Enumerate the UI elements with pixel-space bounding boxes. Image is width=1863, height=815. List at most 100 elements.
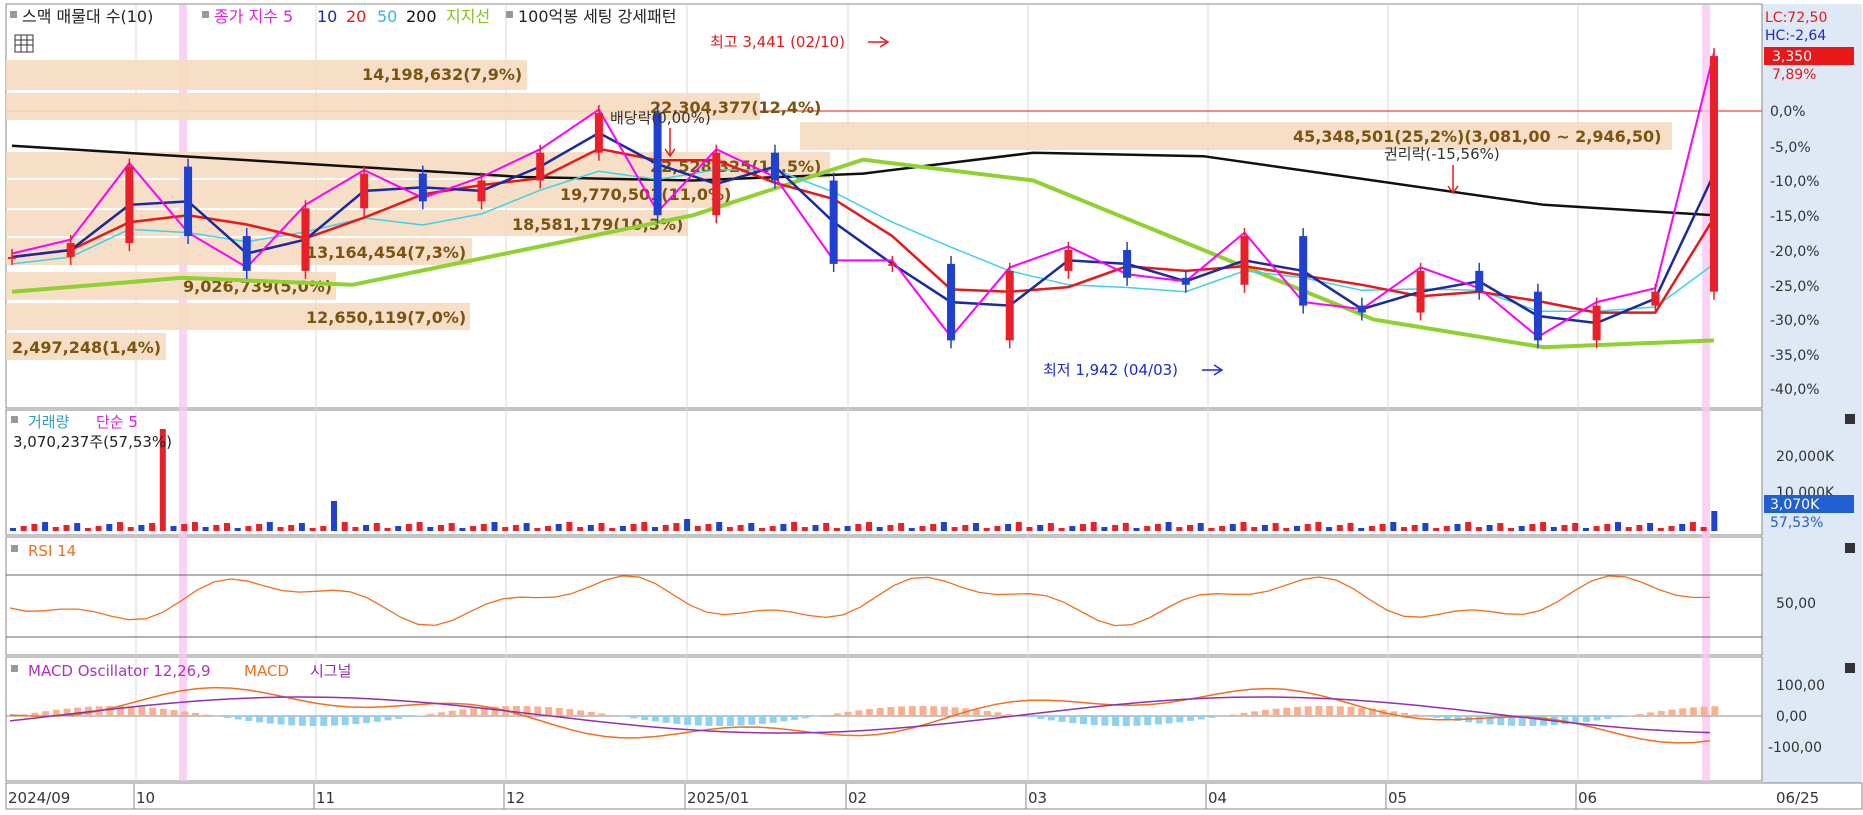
macd-osc-bar (1230, 715, 1237, 716)
volume-bar (1166, 522, 1172, 531)
x-tick: 2025/01 (687, 789, 749, 807)
volume-bar (1508, 528, 1514, 531)
rights-annotation: 권리락(-15,56%) (1384, 145, 1500, 163)
macd-osc-bar (320, 716, 327, 726)
macd-osc-bar (599, 713, 606, 716)
signal-highlight-band (1702, 5, 1710, 781)
y-tick: -20,0% (1770, 244, 1820, 260)
legend-square-icon[interactable] (202, 11, 209, 18)
legend-ma20: 20 (346, 7, 366, 26)
volume-bar (684, 519, 690, 531)
volume-bar (1711, 511, 1717, 531)
volume-bar (716, 522, 722, 531)
macd-osc-bar (930, 706, 937, 716)
macd-osc-bar (1155, 716, 1162, 725)
volume-bar (1465, 522, 1471, 531)
volume-bar (235, 528, 241, 531)
close-panel-icon[interactable] (1845, 414, 1855, 424)
macd-osc-bar (1476, 716, 1483, 723)
volume-bar (331, 501, 337, 531)
volume-bar (599, 523, 605, 531)
volume-profile-label: 45,348,501(25,2%)(3,081,00 ~ 2,946,50) (1293, 127, 1661, 146)
volume-bar (609, 528, 615, 531)
macd-osc-bar (706, 716, 713, 726)
volume-bar (566, 522, 572, 531)
macd-osc-bar (1444, 716, 1451, 719)
volume-bar (245, 526, 251, 531)
rsi-legend: RSI 14 (28, 542, 76, 560)
volume-value: 3,070K (1770, 497, 1820, 513)
macd-osc-bar (192, 713, 199, 716)
chart-canvas[interactable]: 14,198,632(7,9%)22,304,377(12,4%)45,348,… (0, 0, 1863, 811)
macd-osc-bar (695, 716, 702, 725)
volume-bar (706, 524, 712, 531)
legend-square-icon[interactable] (506, 11, 513, 18)
volume-bar (256, 524, 262, 531)
candle-body (1475, 271, 1483, 292)
high-annotation: 최고 3,441 (02/10) (710, 33, 845, 51)
volume-bar (1390, 522, 1396, 531)
volume-bar (855, 524, 861, 531)
stock-chart: 14,198,632(7,9%)22,304,377(12,4%)45,348,… (0, 0, 1863, 811)
volume-pct: 57,53% (1770, 515, 1823, 531)
volume-bar (64, 525, 70, 531)
x-tick: 04 (1208, 789, 1227, 807)
macd-osc-bar (352, 716, 359, 724)
volume-bar (1155, 524, 1161, 531)
legend-square-icon[interactable] (11, 416, 18, 423)
volume-bar (1636, 525, 1642, 531)
macd-osc-bar (1208, 716, 1215, 718)
volume-bar (502, 527, 508, 531)
dividend-annotation: 배당락(0,00%) (610, 109, 711, 127)
volume-bar (1315, 522, 1321, 531)
legend-pattern: 100억봉 세팅 강세패턴 (518, 7, 676, 26)
volume-bar (1487, 525, 1493, 531)
volume-bar (1069, 526, 1075, 531)
macd-osc-bar (160, 709, 167, 716)
legend-square-icon[interactable] (11, 665, 18, 672)
volume-bar (695, 526, 701, 531)
volume-bar (470, 526, 476, 531)
x-tick: 02 (848, 789, 867, 807)
macd-osc-bar (1583, 716, 1590, 722)
volume-bar (1412, 525, 1418, 531)
close-panel-icon[interactable] (1845, 543, 1855, 553)
macd-osc-bar (1091, 716, 1098, 725)
macd-osc-bar (898, 706, 905, 716)
macd-osc-bar (1123, 716, 1130, 726)
legend-square-icon[interactable] (11, 545, 18, 552)
macd-osc-bar (181, 711, 188, 716)
close-panel-icon[interactable] (1845, 663, 1855, 673)
volume-bar (663, 525, 669, 531)
volume-bar (224, 523, 230, 531)
volume-bar (117, 522, 123, 531)
volume-bar (278, 527, 284, 531)
volume-bar (1529, 524, 1535, 531)
candle-body (1534, 292, 1542, 341)
table-icon[interactable] (15, 35, 33, 52)
macd-osc-bar (363, 716, 370, 723)
macd-osc-bar (609, 715, 616, 716)
legend-square-icon[interactable] (10, 11, 17, 18)
macd-osc-bar (1348, 707, 1355, 716)
volume-bar (1658, 528, 1664, 531)
macd-osc-bar (1080, 716, 1087, 724)
macd-osc-bar (1690, 707, 1697, 716)
macd-osc-bar (385, 716, 392, 720)
macd-osc-bar (427, 714, 434, 716)
volume-bar (1091, 522, 1097, 531)
volume-bar (952, 527, 958, 531)
macd-osc-bar (1647, 712, 1654, 716)
macd-osc-bar (288, 716, 295, 725)
macd-osc-bar (984, 711, 991, 716)
volume-bar (1348, 523, 1354, 531)
volume-bar (342, 522, 348, 531)
macd-osc-bar (652, 716, 659, 721)
macd-osc-bar (203, 715, 210, 716)
y-tick: -30,0% (1770, 313, 1820, 329)
macd-osc-bar (1326, 706, 1333, 716)
y-tick: -35,0% (1770, 348, 1820, 364)
volume-bar (42, 522, 48, 531)
macd-osc-bar (470, 708, 477, 716)
volume-bar (1615, 522, 1621, 531)
